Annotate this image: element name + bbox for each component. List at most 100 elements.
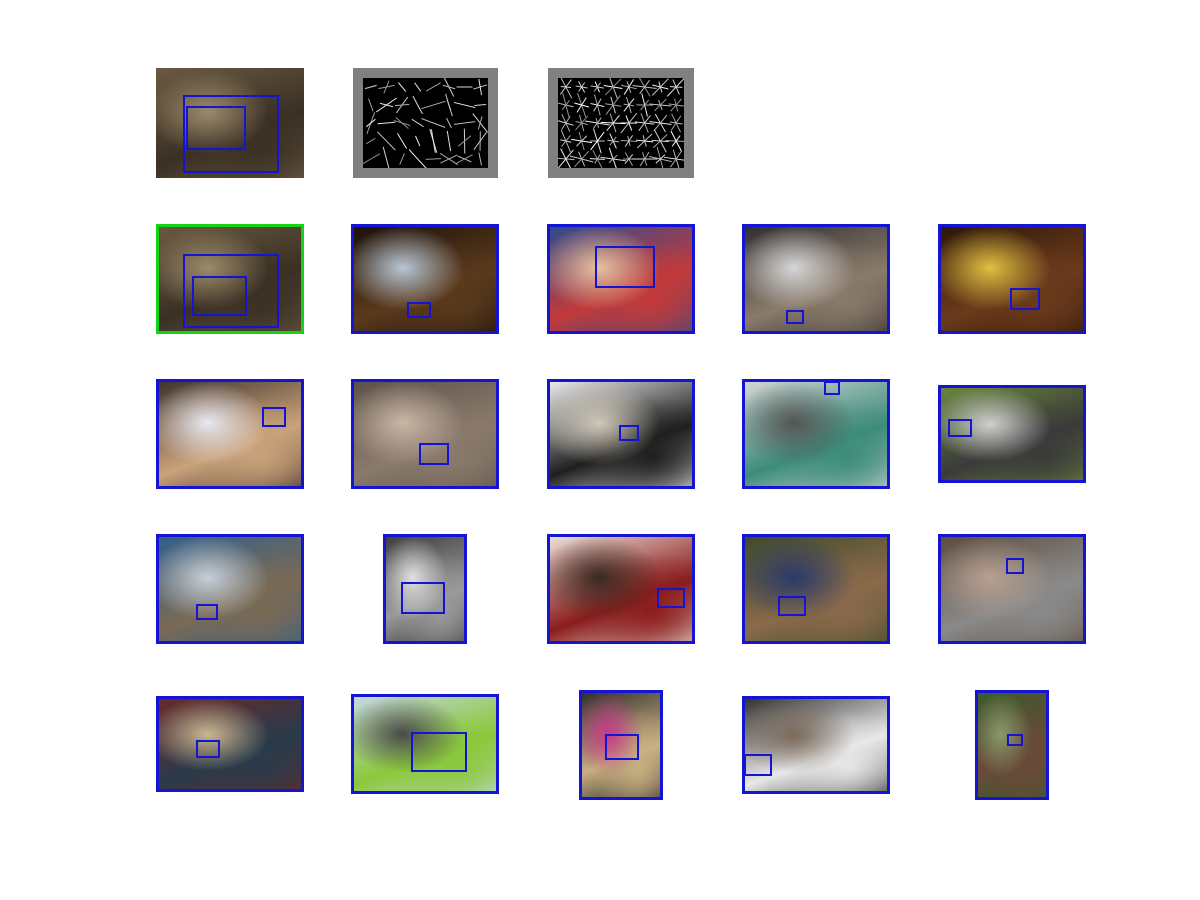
hog-stroke xyxy=(425,82,441,92)
hog-stroke xyxy=(411,118,424,128)
detection-bbox xyxy=(411,732,467,772)
hog-stroke xyxy=(412,95,423,115)
detection-bbox xyxy=(196,604,218,620)
hog-stroke xyxy=(561,116,571,130)
detection-result-3 xyxy=(547,224,695,334)
result-thumbnail xyxy=(938,534,1086,644)
detection-bbox xyxy=(1010,288,1040,310)
hog-stroke xyxy=(456,154,473,164)
hog-stroke xyxy=(377,121,396,125)
hog-stroke xyxy=(365,118,376,128)
hog-stroke xyxy=(408,149,427,169)
hog-stroke xyxy=(474,104,487,106)
detection-result-6 xyxy=(156,379,304,489)
hog-stroke xyxy=(414,82,422,92)
hog-stroke xyxy=(399,153,405,165)
detection-bbox xyxy=(1007,734,1023,746)
hog-stroke xyxy=(446,117,452,129)
hog-stroke xyxy=(415,135,421,147)
hog-stroke xyxy=(375,97,397,113)
detection-result-5 xyxy=(938,224,1086,334)
hog-stroke xyxy=(670,115,682,131)
detection-bbox xyxy=(948,419,972,437)
hog-stroke xyxy=(364,84,377,90)
detection-result-15 xyxy=(938,534,1086,644)
result-thumbnail xyxy=(742,379,890,489)
result-thumbnail xyxy=(938,224,1086,334)
hog-stroke xyxy=(421,118,446,128)
hog-stroke xyxy=(623,79,635,95)
hog-stroke xyxy=(623,98,635,112)
hog-stroke xyxy=(653,114,668,132)
hog-stroke xyxy=(397,133,408,149)
query-inner-bbox xyxy=(186,106,246,150)
hog-stroke xyxy=(604,78,622,96)
hog-stroke xyxy=(382,146,391,172)
result-thumbnail xyxy=(351,379,499,489)
hog-stroke xyxy=(670,150,683,168)
hog-stroke xyxy=(366,137,376,145)
hog-template-a xyxy=(353,68,498,178)
detection-bbox xyxy=(744,754,772,776)
result-thumbnail xyxy=(742,224,890,334)
result-thumbnail xyxy=(742,534,890,644)
hog-stroke xyxy=(478,152,483,166)
hog-stroke xyxy=(425,158,442,160)
detection-bbox xyxy=(824,381,840,395)
hog-template-a-strokes xyxy=(361,77,489,172)
detection-bbox xyxy=(1006,558,1024,574)
detection-bbox xyxy=(196,740,220,758)
hog-stroke xyxy=(446,130,452,152)
hog-stroke xyxy=(608,147,618,171)
hog-stroke xyxy=(605,95,621,115)
hog-stroke xyxy=(397,82,407,92)
detection-result-13 xyxy=(547,534,695,644)
result-thumbnail xyxy=(742,696,890,794)
hog-stroke xyxy=(394,103,410,107)
hog-template-b-strokes xyxy=(557,74,689,172)
detection-result-19 xyxy=(742,696,890,794)
hog-stroke xyxy=(670,98,682,112)
hog-template-b xyxy=(548,68,694,178)
result-thumbnail xyxy=(156,379,304,489)
hog-template-b-grid xyxy=(557,74,689,172)
hog-stroke xyxy=(576,97,587,113)
detection-result-9 xyxy=(742,379,890,489)
result-thumbnail xyxy=(156,534,304,644)
hog-stroke xyxy=(361,153,381,165)
detection-result-20 xyxy=(975,690,1049,800)
hog-stroke xyxy=(575,115,589,131)
hog-stroke xyxy=(445,93,453,117)
detection-result-2 xyxy=(351,224,499,334)
hog-template-a-grid xyxy=(361,77,489,172)
detection-bbox xyxy=(605,734,639,760)
query-exemplar-image xyxy=(156,68,304,178)
detection-result-7 xyxy=(351,379,499,489)
detection-bbox xyxy=(401,582,445,614)
detection-bbox-secondary xyxy=(192,276,247,316)
hog-stroke xyxy=(651,78,669,96)
detection-result-18 xyxy=(579,690,663,800)
hog-stroke xyxy=(576,135,588,147)
result-thumbnail xyxy=(156,696,304,792)
hog-stroke xyxy=(429,129,438,153)
detection-bbox xyxy=(407,302,431,318)
hog-stroke xyxy=(453,101,476,109)
exemplar-detection-figure xyxy=(0,0,1200,900)
detection-result-4 xyxy=(742,224,890,334)
hog-stroke xyxy=(636,133,653,149)
hog-stroke xyxy=(453,121,476,125)
hog-stroke xyxy=(561,100,570,110)
hog-stroke xyxy=(477,116,483,130)
hog-stroke xyxy=(560,135,571,147)
hog-stroke xyxy=(377,131,396,151)
detection-bbox xyxy=(419,443,449,465)
detection-bbox xyxy=(619,425,639,441)
hog-stroke xyxy=(442,84,456,90)
detection-bbox xyxy=(778,596,806,616)
detection-bbox xyxy=(786,310,804,324)
detection-result-16 xyxy=(156,696,304,792)
detection-bbox xyxy=(657,588,685,608)
hog-stroke xyxy=(574,150,590,168)
detection-result-14 xyxy=(742,534,890,644)
